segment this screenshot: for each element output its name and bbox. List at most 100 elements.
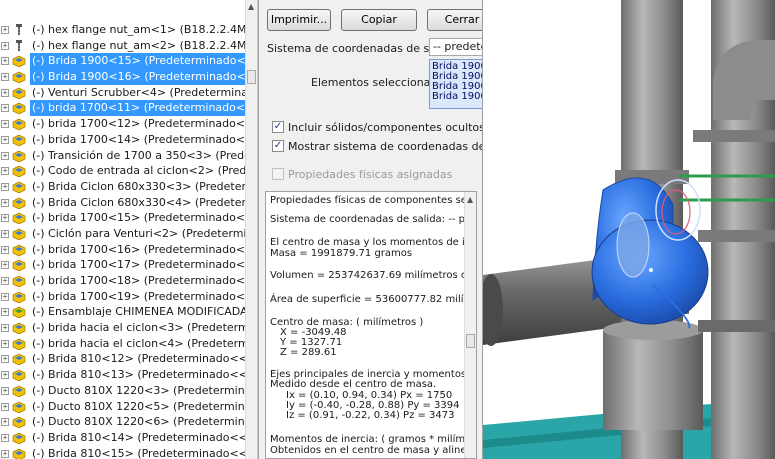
part-icon [12,415,26,429]
part-icon [12,321,26,335]
results-line: Propiedades físicas de componentes selec… [270,195,477,206]
tree-item[interactable]: + (-) brida 1700<11> (Predeterminado<<F [0,100,257,117]
tree-item[interactable]: + (-) Transición de 1700 a 350<3> (Predet… [0,148,257,164]
show-coord-checkbox[interactable]: ✓ [272,140,284,152]
tree-item[interactable]: + (-) Ducto 810X 1220<3> (Predeterminad [0,383,257,399]
expand-icon[interactable]: + [1,292,9,301]
tree-item[interactable]: + (-) Brida 810<15> (Predeterminado<<Pr [0,446,257,459]
show-coord-label: Mostrar sistema de coordenadas de salida… [288,140,482,153]
close-button[interactable]: Cerrar [427,9,482,31]
expand-icon[interactable]: + [1,308,9,317]
selected-item[interactable]: Brida 1900 [432,92,482,102]
expand-icon[interactable]: + [1,229,9,238]
hardware-icon [12,23,26,36]
tree-item[interactable]: + (-) Brida 1900<15> (Predeterminado<<F [0,53,257,70]
expand-icon[interactable]: + [1,182,9,191]
tree-item[interactable]: + (-) brida 1700<17> (Predeterminado<<F [0,257,257,273]
tree-item-label: (-) brida hacia el ciclon<4> (Predetermi… [32,336,257,350]
copy-button[interactable]: Copiar [341,9,417,31]
expand-icon[interactable]: + [1,57,9,66]
expand-icon[interactable]: + [1,449,9,458]
tree-item[interactable]: + (-) Brida Ciclon 680x330<4> (Predetermi [0,195,257,211]
scroll-up-icon[interactable]: ▲ [248,2,254,11]
tree-item[interactable]: + (-) Brida Ciclon 680x330<3> (Predetermi [0,179,257,195]
tree-item[interactable]: + (-) brida 1700<12> (Predeterminado<<F [0,116,257,132]
tree-item-label: (-) hex flange nut_am<2> (B18.2.2.4M - [32,38,254,52]
assigned-props-label: Propiedades físicas asignadas [288,168,453,181]
tree-item[interactable]: + (-) hex flange nut_am<1> (B18.2.2.4M - [0,22,257,38]
tree-item[interactable]: + (-) Ducto 810X 1220<5> (Predeterminad [0,399,257,415]
part-icon [12,447,26,459]
tree-item-label: (-) hex flange nut_am<1> (B18.2.2.4M - [32,23,254,36]
tree-item[interactable]: + (-) brida 1700<19> (Predeterminado<<F [0,289,257,305]
results-textbox[interactable]: Propiedades físicas de componentes selec… [265,191,477,459]
print-button[interactable]: Imprimir... [267,9,331,31]
expand-icon[interactable]: + [1,371,9,380]
expand-icon[interactable]: + [1,355,9,364]
tree-item[interactable]: + (-) brida 1700<14> (Predeterminado<<F [0,132,257,148]
output-coord-select[interactable]: -- predeter [429,38,482,56]
expand-icon[interactable]: + [1,418,9,427]
expand-icon[interactable]: + [1,386,9,395]
expand-icon[interactable]: + [1,277,9,285]
part-icon [12,196,26,209]
expand-icon[interactable]: + [1,135,9,144]
expand-icon[interactable]: + [1,88,9,97]
tree-item[interactable]: + (-) Brida 810<12> (Predeterminado<<Pr [0,351,257,367]
tree-item[interactable]: + (-) Ensamblaje CHIMENEA MODIFICADA [0,304,257,320]
tree-item[interactable]: + (-) Codo de entrada al ciclon<2> (Prede… [0,163,257,179]
expand-icon[interactable]: + [1,26,9,34]
tree-item-label: (-) brida 1700<18> (Predeterminado<<F [32,274,258,287]
part-icon [12,180,26,194]
tree-scrollbar[interactable]: ▲ [245,0,257,459]
tree-item[interactable]: + (-) brida 1700<16> (Predeterminado<<F [0,242,257,258]
tree-item[interactable]: + (-) Brida 810<13> (Predeterminado<<Pr [0,367,257,383]
expand-icon[interactable]: + [1,433,9,442]
expand-icon[interactable]: + [1,151,9,160]
tree-scrollbar-thumb[interactable] [247,70,256,84]
tree-item[interactable]: + (-) Ducto 810X 1220<6> (Predeterminad [0,414,257,430]
expand-icon[interactable]: + [1,120,9,129]
results-scrollbar-thumb[interactable] [466,334,475,348]
expand-icon[interactable]: + [1,339,9,348]
selected-items-list[interactable]: Brida 1900 Brida 1900 Brida 1900 Brida 1… [429,59,482,109]
results-line: Área de superficie = 53600777.82 milímet… [270,294,477,305]
part-icon [12,117,26,131]
tree-item[interactable]: + (-) brida hacia el ciclon<4> (Predeterm… [0,336,257,352]
graphics-viewport[interactable] [483,0,775,459]
include-hidden-checkbox[interactable]: ✓ [272,121,284,133]
expand-icon[interactable]: + [1,214,9,223]
feature-tree[interactable]: + (-) hex flange nut_am<1> (B18.2.2.4M - … [0,0,258,459]
tree-item[interactable]: + (-) Brida 810<14> (Predeterminado<<Pr [0,430,257,446]
tree-item-label: (-) Brida 1900<16> (Predeterminado<<F [30,69,257,85]
expand-icon[interactable]: + [1,324,9,333]
tree-item[interactable]: + (-) hex flange nut_am<2> (B18.2.2.4M - [0,38,257,54]
tree-item[interactable]: + (-) Ciclón para Venturi<2> (Predetermin [0,226,257,242]
expand-icon[interactable]: + [1,198,9,207]
tree-item[interactable]: + (-) brida hacia el ciclon<3> (Predeterm… [0,320,257,336]
expand-icon[interactable]: + [1,245,9,254]
results-line: Obtenidos en el centro de masa y alinead… [270,445,477,456]
part-icon [12,70,26,84]
tree-item-label: (-) Ensamblaje CHIMENEA MODIFICADA [32,305,248,319]
model-view[interactable] [483,0,775,459]
scroll-up-icon[interactable]: ▲ [467,195,473,204]
expand-icon[interactable]: + [1,402,9,411]
results-line: Sistema de coordenadas de salida: -- pre… [270,214,477,225]
part-icon [12,368,26,382]
tree-item-label: (-) Codo de entrada al ciclon<2> (Predet [32,164,258,178]
tree-item[interactable]: + (-) brida 1700<15> (Predeterminado<<F [0,210,257,226]
tree-item[interactable]: + (-) brida 1700<18> (Predeterminado<<F [0,273,257,289]
tree-item-label: (-) Transición de 1700 a 350<3> (Predete [32,148,258,162]
part-icon [12,227,26,241]
part-icon [12,54,26,68]
expand-icon[interactable]: + [1,167,9,176]
results-scrollbar[interactable]: ▲ [464,192,476,458]
expand-icon[interactable]: + [1,261,9,270]
tree-item[interactable]: + (-) Brida 1900<16> (Predeterminado<<F [0,69,257,85]
expand-icon[interactable]: + [1,73,9,82]
tree-item-label: (-) Brida 1900<15> (Predeterminado<<F [30,53,257,70]
tree-item[interactable]: + (-) Venturi Scrubber<4> (Predeterminad [0,85,257,101]
expand-icon[interactable]: + [1,41,9,50]
expand-icon[interactable]: + [1,104,9,113]
